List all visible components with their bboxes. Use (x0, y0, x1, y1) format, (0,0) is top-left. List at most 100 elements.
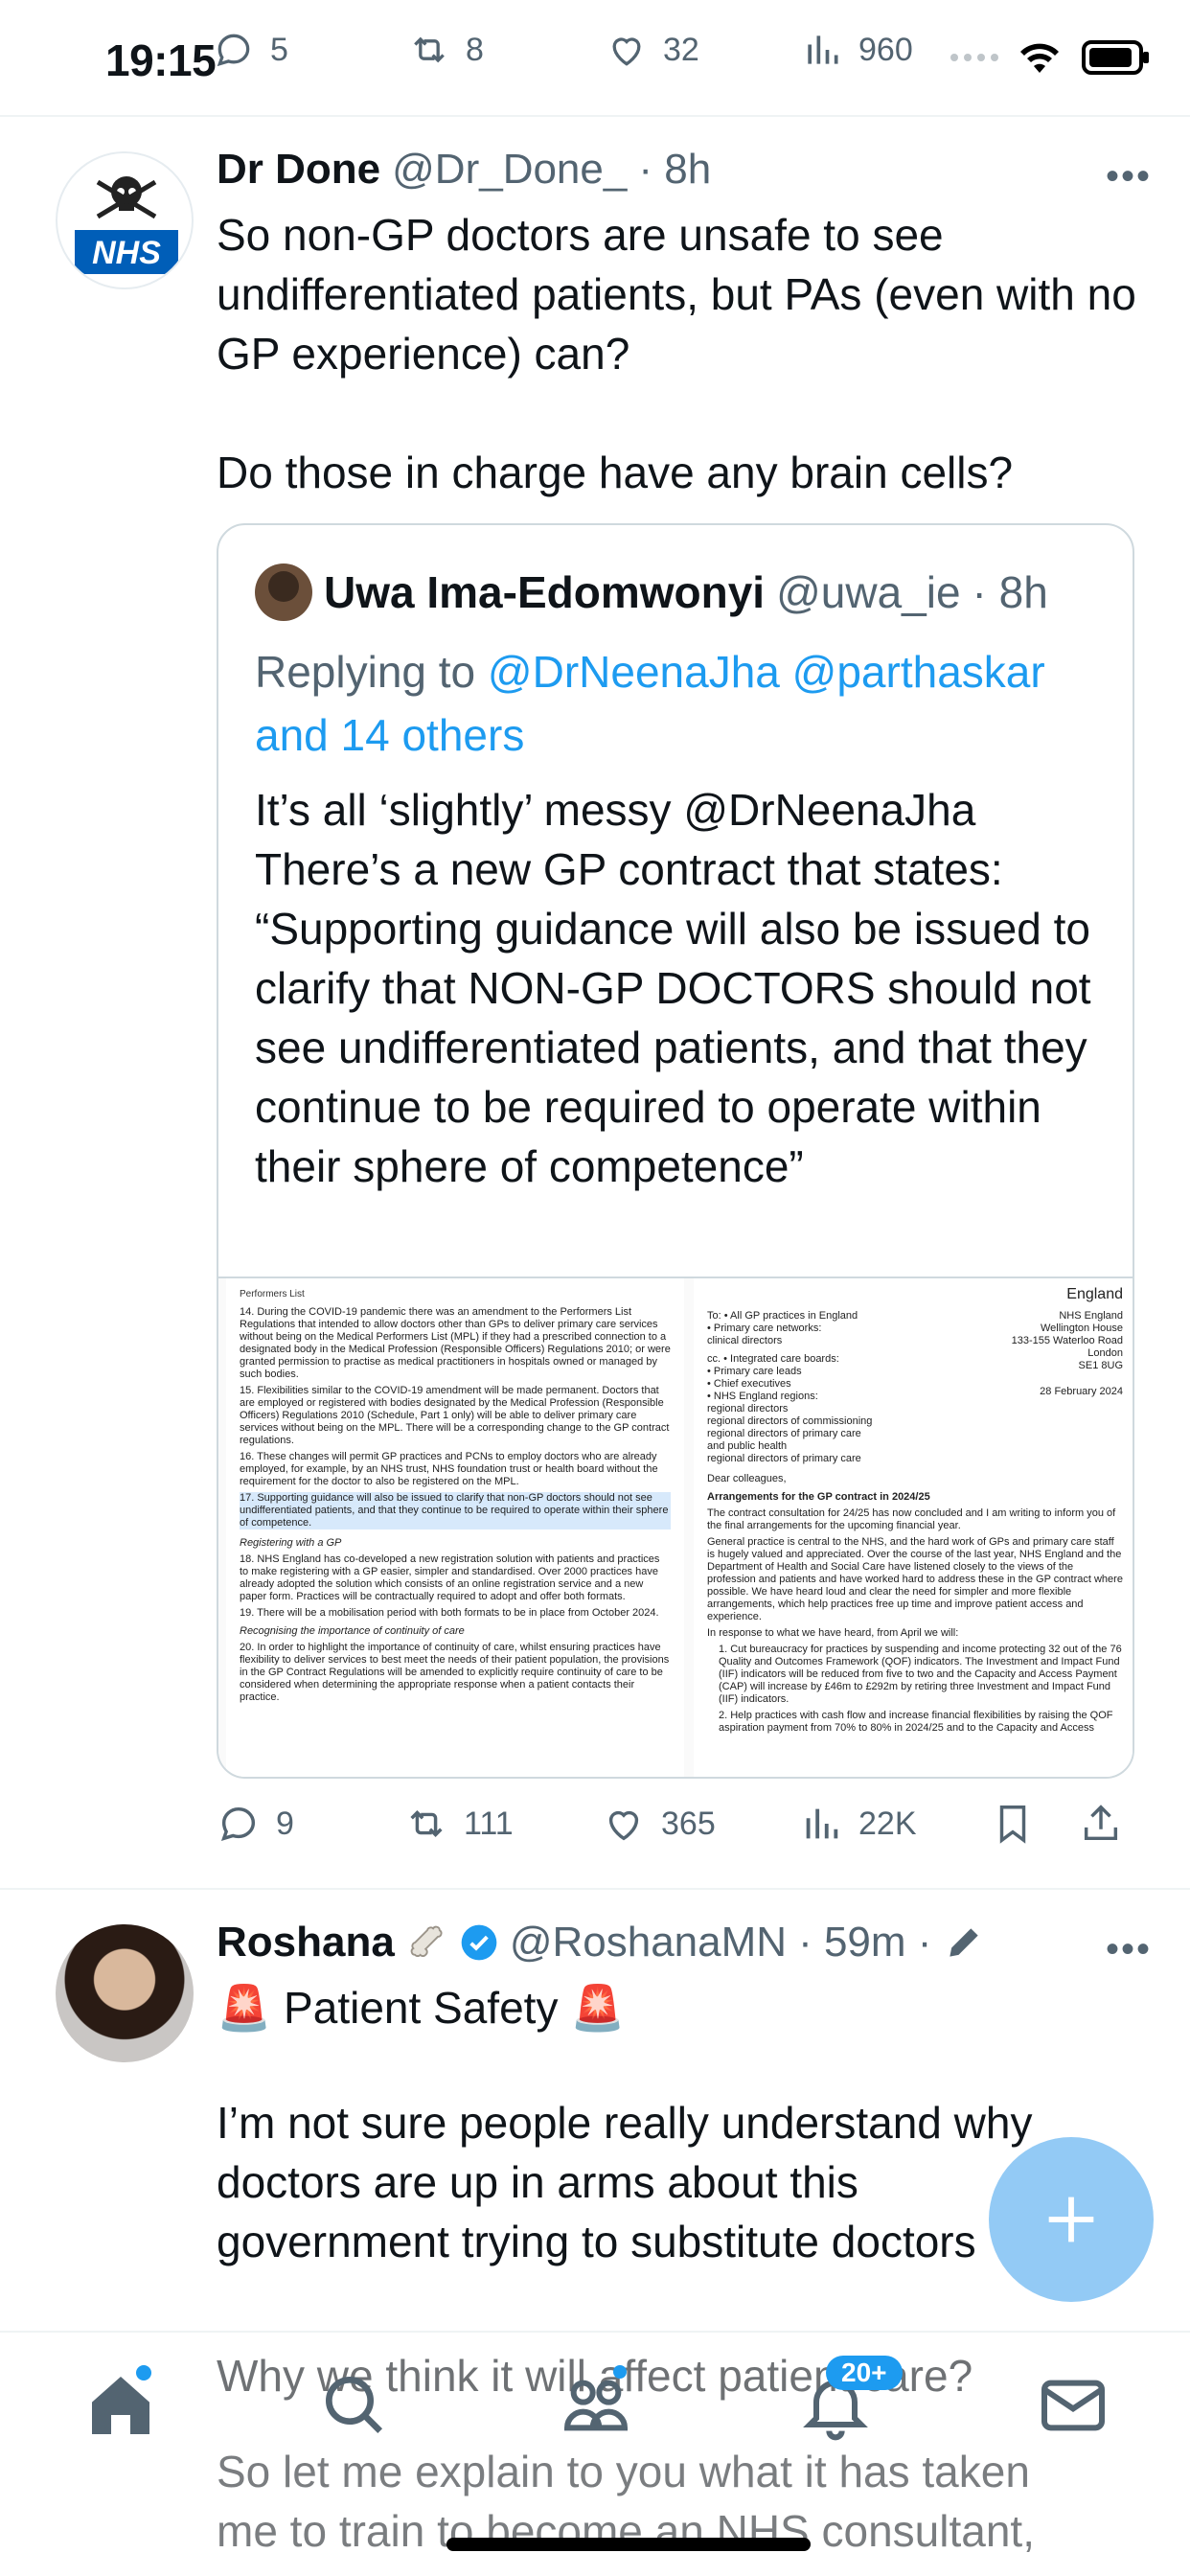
doc-line: • Primary care leads (707, 1366, 802, 1377)
doc-line: • All GP practices in England (723, 1310, 858, 1322)
repost-count: 111 (464, 1805, 514, 1842)
battery-icon (1082, 40, 1149, 75)
reply-button[interactable]: 5 (213, 29, 288, 71)
views-icon (806, 1808, 838, 1839)
edit-pencil-icon (950, 1928, 979, 1957)
nav-messages[interactable] (1035, 2367, 1111, 2444)
document-page-right: England To: • All GP practices in Englan… (694, 1278, 1133, 1777)
more-options-icon[interactable]: ••• (1106, 1928, 1152, 1971)
quoted-tweet-text: It’s all ‘slightly’ messy @DrNeenaJha Th… (255, 785, 1091, 1191)
doc-address-block: To: • All GP practices in England • Prim… (707, 1310, 1123, 1465)
replying-to: Replying to @DrNeenaJha @parthaskar and … (255, 640, 1098, 767)
doc-paragraph: 20. In order to highlight the importance… (240, 1642, 670, 1703)
repost-button[interactable]: 8 (408, 29, 484, 71)
nav-search[interactable] (316, 2367, 393, 2444)
doc-label: To: (707, 1310, 721, 1322)
doc-line: NHS England (1059, 1310, 1123, 1322)
avatar[interactable]: NHS (56, 151, 194, 289)
nav-communities[interactable] (558, 2367, 634, 2444)
quoted-tweet-image[interactable]: Performers List 14. During the COVID-19 … (218, 1276, 1133, 1777)
heart-icon (608, 1810, 639, 1841)
home-indicator[interactable] (446, 2538, 811, 2551)
tweet-text-line: So non-GP doctors are unsafe to see undi… (217, 210, 1136, 379)
doc-greeting: Dear colleagues, (707, 1473, 787, 1484)
more-options-icon[interactable]: ••• (1106, 155, 1152, 198)
doc-paragraph: 16. These changes will permit GP practic… (240, 1451, 658, 1487)
doc-subheading: Registering with a GP (240, 1537, 342, 1549)
tweet-body: So non-GP doctors are unsafe to see undi… (217, 205, 1136, 502)
tweet-time[interactable]: · 59m · (798, 1919, 931, 1966)
verified-badge-icon (461, 1924, 497, 1961)
reply-count: 9 (276, 1805, 294, 1842)
doc-left-header: Performers List (240, 1289, 305, 1300)
quoted-avatar[interactable] (255, 564, 312, 621)
share-button[interactable] (1079, 1802, 1123, 1846)
bone-icon (410, 1925, 443, 1957)
doc-line: Wellington House (1040, 1322, 1123, 1334)
display-name[interactable]: Roshana (217, 1919, 395, 1966)
doc-paragraph: The contract consultation for 24/25 has … (707, 1507, 1116, 1531)
search-icon (326, 2377, 383, 2434)
tweet-text-line: I’m not sure people really understand wh… (217, 2098, 1033, 2266)
display-name[interactable]: Dr Done (217, 146, 380, 194)
like-button[interactable]: 365 (602, 1802, 716, 1846)
tweet-dr-done[interactable]: NHS Dr Done @Dr_Done_ · 8h ••• So non-GP… (0, 117, 1190, 1890)
repost-icon (414, 36, 445, 63)
views-button[interactable]: 960 (801, 29, 913, 71)
document-page-left: Performers List 14. During the COVID-19 … (226, 1278, 684, 1777)
svg-text:NHS: NHS (92, 235, 161, 271)
repost-icon (410, 1810, 443, 1837)
nav-home[interactable] (82, 2367, 159, 2444)
tweet-body: 🚨 Patient Safety 🚨 I’m not sure people r… (217, 1978, 1098, 2271)
like-count: 365 (661, 1805, 716, 1842)
tweet-header: Dr Done @Dr_Done_ · 8h (217, 146, 711, 194)
communities-icon (563, 2380, 629, 2431)
views-count: 22K (858, 1805, 917, 1842)
wifi-icon (1020, 43, 1059, 73)
reply-icon (220, 1806, 256, 1841)
doc-line: 133-155 Waterloo Road (1011, 1335, 1123, 1346)
status-icons (950, 38, 1152, 77)
reply-icon (217, 34, 250, 67)
user-handle[interactable]: @Dr_Done_ (392, 146, 627, 194)
doc-line: regional directors of primary care (707, 1453, 861, 1464)
heart-icon (612, 37, 641, 66)
doc-date: 28 February 2024 (1040, 1386, 1123, 1397)
home-icon (92, 2377, 149, 2434)
like-button[interactable]: 32 (606, 29, 699, 71)
doc-line: • Integrated care boards: (723, 1353, 839, 1365)
tweet-text-line: Do those in charge have any brain cells? (217, 448, 1014, 497)
notifications-badge: 20+ (826, 2356, 903, 2390)
previous-tweet-actions: 5 8 32 960 (213, 29, 979, 82)
views-count: 960 (858, 31, 913, 68)
bookmark-icon (999, 1806, 1026, 1844)
views-icon (808, 35, 838, 64)
doc-list-item: 2. Help practices with cash flow and inc… (719, 1710, 1113, 1734)
share-icon (1084, 1805, 1118, 1841)
doc-subheading: Recognising the importance of continuity… (240, 1625, 465, 1637)
avatar[interactable] (56, 1924, 194, 2062)
doc-sender-address: NHS England Wellington House 133-155 Wat… (1012, 1310, 1123, 1465)
doc-line: SE1 8UG (1078, 1360, 1123, 1371)
reply-count: 5 (270, 31, 288, 68)
quoted-time: · 8h (972, 567, 1048, 617)
skull-nhs-logo-icon: NHS (75, 176, 178, 274)
bookmark-button[interactable] (991, 1802, 1035, 1846)
doc-label: cc. (707, 1353, 721, 1365)
compose-button[interactable] (989, 2137, 1154, 2302)
quoted-tweet[interactable]: Uwa Ima-Edomwonyi @uwa_ie · 8h Replying … (217, 523, 1134, 1779)
doc-line: • Chief executives (707, 1378, 791, 1390)
tweet-actions: 9 111 365 22K (217, 1802, 1136, 1855)
doc-line: London (1087, 1347, 1123, 1359)
quoted-display-name[interactable]: Uwa Ima-Edomwonyi (324, 566, 765, 618)
tweet-time[interactable]: · 8h (638, 146, 711, 194)
reply-button[interactable]: 9 (217, 1802, 294, 1846)
doc-recipients: To: • All GP practices in England • Prim… (707, 1310, 956, 1465)
repost-count: 8 (466, 31, 484, 68)
doc-paragraph: 18. NHS England has co-developed a new r… (240, 1553, 660, 1602)
repost-button[interactable]: 111 (404, 1802, 514, 1846)
user-handle[interactable]: @RoshanaMN (510, 1919, 787, 1966)
doc-line: regional directors (707, 1403, 789, 1414)
views-button[interactable]: 22K (799, 1802, 917, 1846)
quoted-handle[interactable]: @uwa_ie (776, 566, 960, 618)
